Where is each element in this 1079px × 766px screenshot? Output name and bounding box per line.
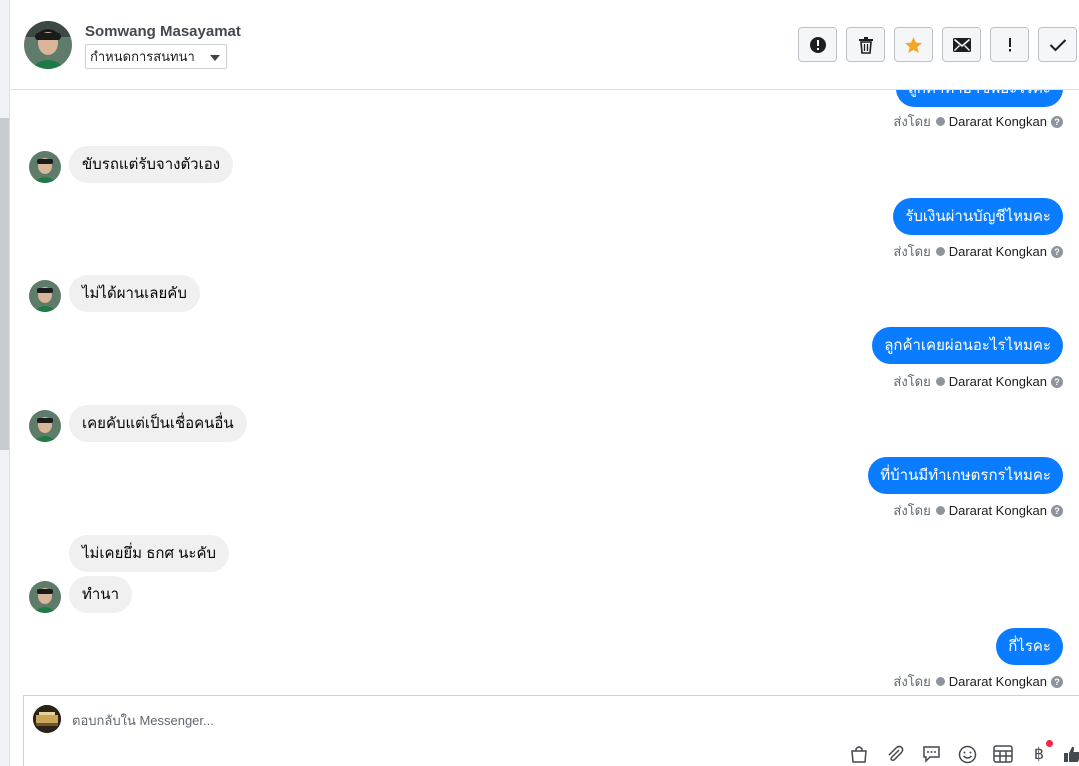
message-bubble-incoming[interactable]: ทำนา	[69, 576, 132, 613]
star-icon	[904, 36, 923, 53]
star-button[interactable]	[894, 27, 933, 62]
bag-icon[interactable]	[849, 744, 869, 764]
agent-name[interactable]: Dararat Kongkan	[949, 674, 1047, 689]
contact-avatar-small[interactable]	[29, 581, 61, 613]
emoji-icon[interactable]	[957, 744, 977, 764]
report-button[interactable]	[798, 27, 837, 62]
like-icon[interactable]	[1062, 744, 1079, 764]
template-icon[interactable]	[993, 744, 1013, 764]
assign-label: กำหนดการสนทนา	[90, 49, 195, 64]
verified-icon	[935, 247, 945, 256]
assign-conversation-dropdown[interactable]: กำหนดการสนทนา	[85, 44, 227, 69]
sent-by-label: ส่งโดย	[893, 244, 931, 259]
conversation-header: Somwang Masayamat กำหนดการสนทนา	[11, 0, 1079, 90]
trash-icon	[858, 36, 873, 54]
agent-name[interactable]: Dararat Kongkan	[949, 374, 1047, 389]
important-button[interactable]	[990, 27, 1029, 62]
payment-icon[interactable]: ฿	[1029, 744, 1049, 764]
mark-unread-button[interactable]	[942, 27, 981, 62]
sent-by-line: ส่งโดย Dararat Kongkan ?	[893, 500, 1063, 521]
verified-icon	[935, 677, 945, 686]
saved-reply-icon[interactable]	[921, 744, 941, 764]
notification-dot	[1046, 740, 1053, 747]
sent-by-line: ส่งโดย Dararat Kongkan ?	[893, 241, 1063, 262]
sent-by-label: ส่งโดย	[893, 674, 931, 689]
verified-icon	[935, 506, 945, 515]
agent-name[interactable]: Dararat Kongkan	[949, 114, 1047, 129]
message-bubble-incoming[interactable]: เคยคับแต่เป็นเชื่อคนอื่น	[69, 405, 247, 442]
verified-icon	[935, 377, 945, 386]
caret-down-icon	[210, 55, 220, 61]
envelope-icon	[952, 37, 971, 52]
contact-avatar-small[interactable]	[29, 280, 61, 312]
contact-avatar-small[interactable]	[29, 151, 61, 183]
message-bubble-incoming[interactable]: ขับรถแต่รับจางตัวเอง	[69, 146, 234, 183]
attachment-icon[interactable]	[885, 744, 905, 764]
message-bubble-outgoing[interactable]: กี่ไรคะ	[996, 628, 1063, 665]
exclamation-icon	[1008, 37, 1011, 51]
inbox-conversation-view: Somwang Masayamat กำหนดการสนทนา ลูกค้าทำ…	[0, 0, 1079, 766]
checkmark-icon	[1049, 38, 1066, 51]
sent-by-label: ส่งโดย	[893, 114, 931, 129]
help-icon[interactable]: ?	[1051, 375, 1063, 388]
help-icon[interactable]: ?	[1051, 245, 1063, 258]
message-bubble-outgoing[interactable]: ลูกค้าเคยผ่อนอะไรไหมคะ	[872, 327, 1063, 364]
delete-button[interactable]	[846, 27, 885, 62]
verified-icon	[935, 117, 945, 126]
help-icon[interactable]: ?	[1051, 115, 1063, 128]
contact-name[interactable]: Somwang Masayamat	[85, 23, 241, 40]
help-icon[interactable]: ?	[1051, 504, 1063, 517]
mark-done-button[interactable]	[1038, 27, 1077, 62]
reply-composer: ฿	[23, 695, 1079, 766]
message-bubble-outgoing[interactable]: รับเงินผ่านบัญชีไหมคะ	[893, 198, 1063, 235]
sent-by-label: ส่งโดย	[893, 503, 931, 518]
message-bubble-outgoing[interactable]: ลูกค้าทำอาชีพอะไรคะ	[895, 90, 1063, 107]
message-bubble-incoming[interactable]: ไม่ได้ผานเลยคับ	[69, 275, 200, 312]
left-scrollbar[interactable]	[0, 118, 9, 450]
alert-circle-icon	[809, 36, 826, 53]
message-bubble-outgoing[interactable]: ที่บ้านมีทำเกษตรกรไหมคะ	[868, 457, 1063, 494]
help-icon[interactable]: ?	[1051, 675, 1063, 688]
contact-avatar[interactable]	[24, 21, 72, 69]
sent-by-line: ส่งโดย Dararat Kongkan ?	[893, 111, 1063, 132]
contact-avatar-small[interactable]	[29, 410, 61, 442]
reply-input[interactable]	[72, 710, 772, 730]
agent-name[interactable]: Dararat Kongkan	[949, 503, 1047, 518]
page-avatar	[33, 705, 61, 733]
sent-by-line: ส่งโดย Dararat Kongkan ?	[893, 671, 1063, 692]
sent-by-line: ส่งโดย Dararat Kongkan ?	[893, 371, 1063, 392]
agent-name[interactable]: Dararat Kongkan	[949, 244, 1047, 259]
message-bubble-incoming[interactable]: ไม่เคยยึ่ม ธกศ นะคับ	[69, 535, 230, 572]
message-thread[interactable]: ลูกค้าทำอาชีพอะไรคะ ส่งโดย Dararat Kongk…	[11, 90, 1079, 695]
sent-by-label: ส่งโดย	[893, 374, 931, 389]
